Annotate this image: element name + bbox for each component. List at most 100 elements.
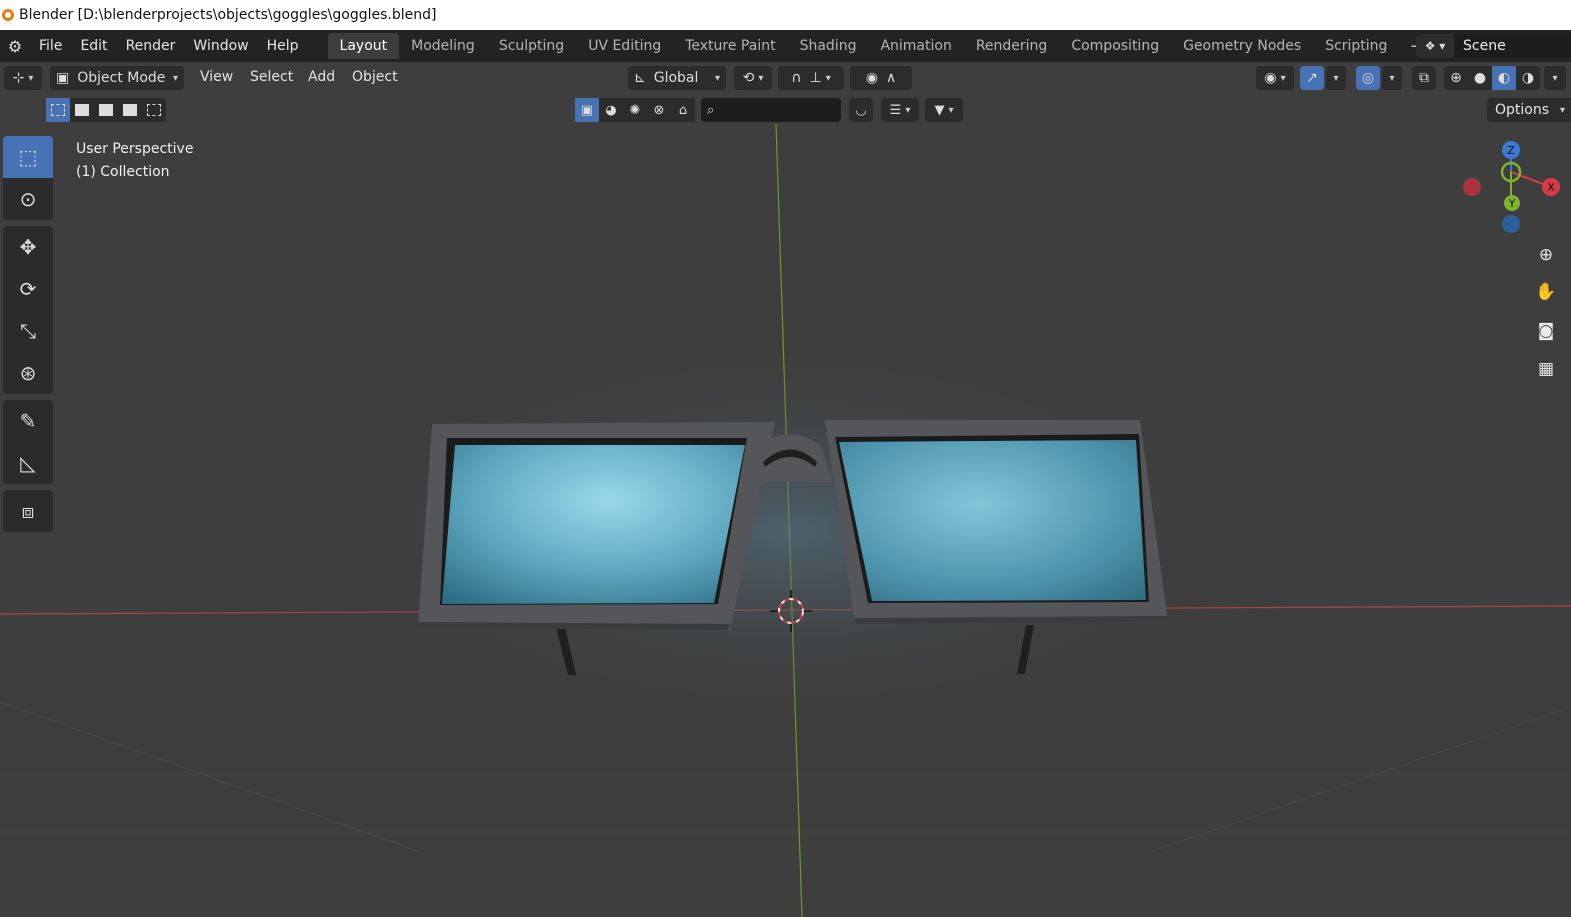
- ortho-toggle-button[interactable]: ▦: [1531, 354, 1561, 384]
- rendered-shading-button[interactable]: ◑: [1516, 66, 1540, 90]
- filter-object-button[interactable]: ▣: [575, 98, 599, 122]
- tab-uv-editing[interactable]: UV Editing: [576, 33, 673, 59]
- grid-icon: ▦: [1537, 359, 1555, 379]
- annotate-tool[interactable]: ✎: [3, 400, 53, 442]
- move-icon: ✥: [19, 235, 37, 259]
- menu-view[interactable]: View: [192, 69, 241, 85]
- tab-compositing[interactable]: Compositing: [1059, 33, 1171, 59]
- move-tool[interactable]: ✥: [3, 226, 53, 268]
- measure-tool[interactable]: ◺: [3, 442, 53, 484]
- window-title: Blender [D:\blenderprojects\objects\gogg…: [19, 7, 437, 23]
- tool-shelf: ⬚ ⊙ ✥ ⟳ ⤡ ⊛ ✎ ◺ ⧈: [3, 136, 55, 532]
- eye-icon: ◉: [1264, 70, 1277, 86]
- menu-select[interactable]: Select: [242, 69, 301, 85]
- editor-type-button[interactable]: ⊹ ▾: [4, 66, 42, 90]
- camera-icon: ◙: [1537, 321, 1555, 341]
- menu-add[interactable]: Add: [300, 69, 343, 85]
- add-cube-tool[interactable]: ⧈: [3, 490, 53, 532]
- scale-icon: ⤡: [20, 319, 36, 343]
- 3d-viewport[interactable]: ⊹ ▾ ▣ Object Mode ▾ View Select Add Objec…: [0, 62, 1571, 917]
- perspective-label: User Perspective: [76, 141, 194, 157]
- search-field[interactable]: ⌕: [701, 98, 841, 122]
- mode-dropdown[interactable]: ▣ Object Mode ▾: [50, 66, 184, 90]
- filter-mesh-button[interactable]: ◕: [599, 98, 623, 122]
- viewport-scene[interactable]: [0, 62, 1571, 917]
- overlay-toggle[interactable]: ◎: [1356, 66, 1380, 90]
- chevron-down-icon: ▾: [1552, 72, 1558, 84]
- zoom-button[interactable]: ⊕: [1531, 240, 1561, 270]
- tab-geometry-nodes[interactable]: Geometry Nodes: [1171, 33, 1313, 59]
- filter-armature-button[interactable]: ⌂: [671, 98, 695, 122]
- visibility-button[interactable]: ◉ ▾: [1256, 66, 1294, 90]
- select-invert-button[interactable]: [118, 98, 142, 122]
- y-axis-handle[interactable]: Y: [1504, 195, 1520, 211]
- menu-file[interactable]: File: [30, 38, 71, 54]
- tab-animation[interactable]: Animation: [868, 33, 963, 59]
- tab-modeling[interactable]: Modeling: [399, 33, 487, 59]
- wireframe-icon: ⊕: [1450, 70, 1462, 86]
- camera-view-button[interactable]: ◙: [1531, 316, 1561, 346]
- tab-layout[interactable]: Layout: [327, 33, 400, 59]
- menu-window[interactable]: Window: [184, 38, 257, 54]
- chevron-down-icon: ▾: [905, 104, 911, 116]
- gizmo-dropdown[interactable]: ▾: [1326, 66, 1346, 90]
- shading-dropdown[interactable]: ▾: [1544, 66, 1566, 90]
- select-new-button[interactable]: [46, 98, 70, 122]
- wireframe-shading-button[interactable]: ⊕: [1444, 66, 1468, 90]
- proportional-edit-button[interactable]: ◉ ∧: [850, 66, 912, 90]
- menu-object[interactable]: Object: [344, 69, 406, 85]
- options-label: Options: [1495, 102, 1550, 118]
- x-axis-handle[interactable]: X: [1542, 178, 1560, 196]
- left-lens[interactable]: [442, 445, 745, 604]
- pan-button[interactable]: ✋: [1531, 277, 1561, 307]
- viewport-info: User Perspective (1) Collection: [76, 138, 193, 184]
- proportional-edit-icon: ◉: [865, 70, 878, 86]
- transform-orientation-dropdown[interactable]: ⊾ Global ▾: [628, 66, 726, 90]
- cursor-tool[interactable]: ⊙: [3, 178, 53, 220]
- curve-button[interactable]: ◡: [849, 98, 873, 122]
- options-dropdown[interactable]: Options ▾: [1487, 98, 1571, 122]
- hierarchy-button[interactable]: ☰ ▾: [881, 98, 919, 122]
- scene-name[interactable]: Scene: [1454, 34, 1571, 58]
- tab-sculpting[interactable]: Sculpting: [487, 33, 576, 59]
- menu-render[interactable]: Render: [117, 38, 185, 54]
- transform-tool[interactable]: ⊛: [3, 352, 53, 394]
- select-box-tool[interactable]: ⬚: [3, 136, 53, 178]
- scene-icon[interactable]: ❖ ▾: [1416, 34, 1454, 58]
- gizmo-icon: ↗: [1306, 70, 1318, 86]
- select-extend-icon: [75, 104, 89, 116]
- tab-scripting[interactable]: Scripting: [1313, 33, 1399, 59]
- snap-button[interactable]: ∩ ⊥ ▾: [778, 66, 844, 90]
- navigation-gizmo[interactable]: Z X Y: [1455, 140, 1565, 240]
- tab-shading[interactable]: Shading: [788, 33, 869, 59]
- select-subtract-button[interactable]: [94, 98, 118, 122]
- scene-selector[interactable]: ❖ ▾ Scene: [1416, 33, 1571, 59]
- tab-texture-paint[interactable]: Texture Paint: [673, 33, 787, 59]
- select-intersect-icon: [147, 104, 161, 116]
- scale-tool[interactable]: ⤡: [3, 310, 53, 352]
- overlay-dropdown[interactable]: ▾: [1382, 66, 1402, 90]
- neg-z-axis-handle[interactable]: [1502, 215, 1520, 233]
- svg-text:Y: Y: [1508, 197, 1516, 210]
- select-extend-button[interactable]: [70, 98, 94, 122]
- solid-shading-button[interactable]: ●: [1468, 66, 1492, 90]
- tab-rendering[interactable]: Rendering: [964, 33, 1060, 59]
- menu-edit[interactable]: Edit: [71, 38, 116, 54]
- material-shading-button[interactable]: ◐: [1492, 66, 1516, 90]
- select-intersect-button[interactable]: [142, 98, 166, 122]
- workspace-tabs: Layout Modeling Sculpting UV Editing Tex…: [327, 30, 1435, 62]
- magnet-icon: ∩: [791, 70, 802, 86]
- menu-help[interactable]: Help: [258, 38, 308, 54]
- z-axis-handle[interactable]: Z: [1502, 141, 1520, 159]
- pivot-point-button[interactable]: ⟲ ▾: [734, 66, 772, 90]
- filter-light-button[interactable]: ✺: [623, 98, 647, 122]
- filter-world-button[interactable]: ⊗: [647, 98, 671, 122]
- blender-logo-icon: [2, 9, 14, 21]
- filter-button[interactable]: ▼ ▾: [925, 98, 963, 122]
- gizmo-toggle[interactable]: ↗: [1300, 66, 1324, 90]
- neg-x-axis-handle[interactable]: [1463, 178, 1481, 196]
- blender-menu-icon[interactable]: ⚙: [0, 37, 30, 56]
- right-lens[interactable]: [839, 440, 1146, 601]
- rotate-tool[interactable]: ⟳: [3, 268, 53, 310]
- xray-toggle[interactable]: ⧉: [1412, 66, 1436, 90]
